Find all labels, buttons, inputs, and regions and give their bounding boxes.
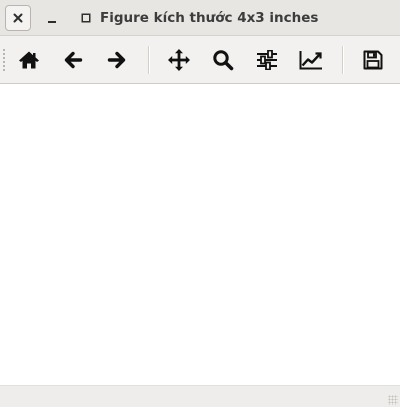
move-icon [168,49,190,71]
maximize-icon [81,13,91,23]
toolbar-grip[interactable] [2,48,6,72]
maximize-button[interactable] [78,5,94,31]
magnifier-icon [213,50,234,71]
save-button[interactable] [355,42,391,78]
edit-axis-button[interactable] [293,42,329,78]
figure-canvas[interactable] [0,84,400,385]
window-title: Figure kích thước 4x3 inches [100,10,319,26]
figure-window: Figure kích thước 4x3 inches [0,0,400,407]
pan-button[interactable] [161,42,197,78]
zoom-button[interactable] [205,42,241,78]
floppy-disk-icon [363,50,383,70]
minimize-icon [48,21,56,23]
minimize-button[interactable] [42,5,62,31]
close-button[interactable] [5,5,31,31]
configure-subplots-button[interactable] [249,42,285,78]
navigation-toolbar [0,36,400,84]
sliders-icon [257,50,277,70]
close-icon [13,13,23,23]
line-chart-icon [299,51,322,70]
home-button[interactable] [11,42,47,78]
toolbar-separator [342,46,344,74]
home-icon [19,51,39,69]
arrow-left-icon [64,51,83,69]
resize-grip[interactable] [388,395,398,405]
arrow-right-icon [107,51,126,69]
forward-button[interactable] [99,42,135,78]
title-bar[interactable]: Figure kích thước 4x3 inches [0,0,400,36]
status-bar [0,385,400,407]
back-button[interactable] [55,42,91,78]
toolbar-separator [148,46,150,74]
